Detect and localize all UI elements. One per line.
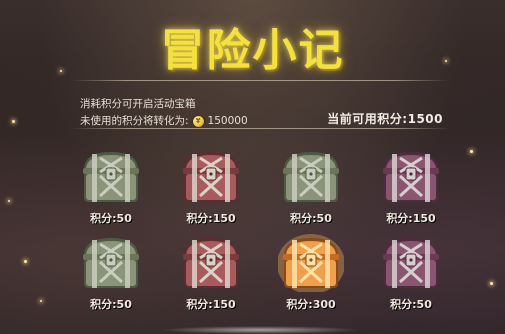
treasure-chest-icon xyxy=(383,238,439,288)
footer-glow xyxy=(160,326,360,334)
treasure-chest-icon xyxy=(283,152,339,202)
treasure-chest-icon xyxy=(183,152,239,202)
chest-item[interactable]: 积分:150 xyxy=(174,146,248,226)
sparkle xyxy=(40,300,42,302)
chest-cost-label: 积分:50 xyxy=(290,212,332,225)
treasure-chest-icon xyxy=(83,152,139,202)
sparkle xyxy=(8,200,10,202)
info-panel: 消耗积分可开启活动宝箱 未使用的积分将转化为: ¥ 150000 xyxy=(80,96,248,130)
sparkle xyxy=(470,150,473,153)
chest-cost-label: 积分:150 xyxy=(186,298,236,311)
chest-cost-label: 积分:150 xyxy=(186,212,236,225)
divider-bottom xyxy=(70,128,450,129)
sparkle xyxy=(24,260,27,263)
chest-cost-label: 积分:50 xyxy=(90,212,132,225)
chest-item[interactable]: 积分:300 xyxy=(274,232,348,312)
current-points: 当前可用积分:1500 xyxy=(327,112,443,126)
divider-top xyxy=(70,80,450,81)
coin-icon: ¥ xyxy=(192,116,204,127)
sparkle xyxy=(12,120,15,123)
chest-item[interactable]: 积分:50 xyxy=(274,146,348,226)
treasure-chest-icon xyxy=(383,152,439,202)
chest-cost-label: 积分:150 xyxy=(386,212,436,225)
chest-item[interactable]: 积分:50 xyxy=(74,232,148,312)
page-title: 冒险小记 xyxy=(160,25,345,76)
chest-cost-label: 积分:50 xyxy=(390,298,432,311)
treasure-chest-icon xyxy=(83,238,139,288)
treasure-chest-icon xyxy=(183,238,239,288)
chest-item[interactable]: 积分:50 xyxy=(74,146,148,226)
chest-item[interactable]: 积分:150 xyxy=(374,146,448,226)
chest-item[interactable]: 积分:50 xyxy=(374,232,448,312)
sparkle xyxy=(490,282,493,285)
chest-cost-label: 积分:50 xyxy=(90,298,132,311)
chest-cost-label: 积分:300 xyxy=(286,298,336,311)
treasure-chest-icon xyxy=(278,234,344,292)
chest-item[interactable]: 积分:150 xyxy=(174,232,248,312)
info-description: 消耗积分可开启活动宝箱 xyxy=(80,98,196,110)
